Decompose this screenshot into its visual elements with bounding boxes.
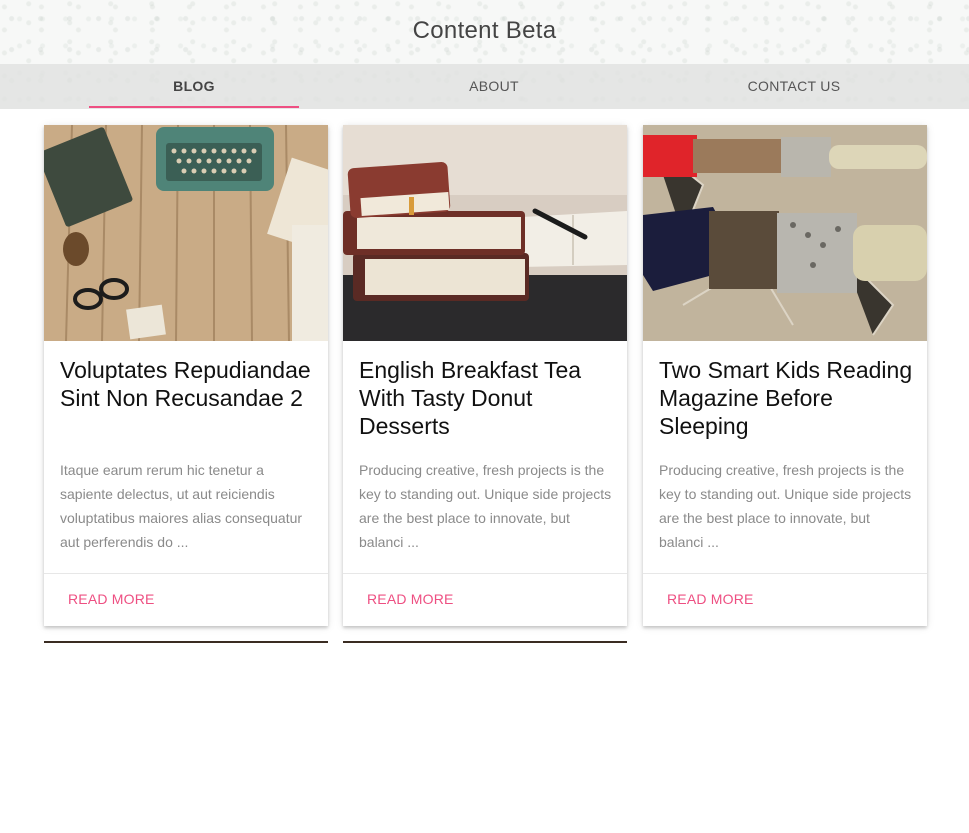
card-divider <box>343 573 627 574</box>
site-title: Content Beta <box>412 17 557 44</box>
post-title[interactable]: Two Smart Kids Reading Magazine Before S… <box>659 356 915 440</box>
post-image-paintbrushes[interactable] <box>643 125 927 341</box>
post-card-next-row <box>343 641 627 643</box>
post-title[interactable]: English Breakfast Tea With Tasty Donut D… <box>359 356 615 440</box>
post-card: English Breakfast Tea With Tasty Donut D… <box>343 125 627 626</box>
post-excerpt: Producing creative, fresh projects is th… <box>659 462 912 550</box>
nav-tab-blog[interactable]: BLOG <box>89 64 299 109</box>
read-more-link[interactable]: READ MORE <box>667 591 754 607</box>
main-nav: BLOG ABOUT CONTACT US <box>0 64 969 109</box>
post-excerpt: Itaque earum rerum hic tenetur a sapient… <box>60 462 303 550</box>
nav-tab-about[interactable]: ABOUT <box>389 64 599 109</box>
site-header: Content Beta BLOG ABOUT CONTACT US <box>0 0 969 109</box>
card-divider <box>44 573 328 574</box>
post-image-books[interactable] <box>343 125 627 341</box>
post-excerpt: Producing creative, fresh projects is th… <box>359 462 612 550</box>
post-card: Voluptates Repudiandae Sint Non Recusand… <box>44 125 328 626</box>
post-card: Two Smart Kids Reading Magazine Before S… <box>643 125 927 626</box>
post-image-typewriter[interactable] <box>44 125 328 341</box>
read-more-link[interactable]: READ MORE <box>68 591 155 607</box>
post-card-next-row <box>44 641 328 643</box>
card-divider <box>643 573 927 574</box>
nav-tab-contact-us[interactable]: CONTACT US <box>689 64 899 109</box>
post-title[interactable]: Voluptates Repudiandae Sint Non Recusand… <box>60 356 316 412</box>
read-more-link[interactable]: READ MORE <box>367 591 454 607</box>
